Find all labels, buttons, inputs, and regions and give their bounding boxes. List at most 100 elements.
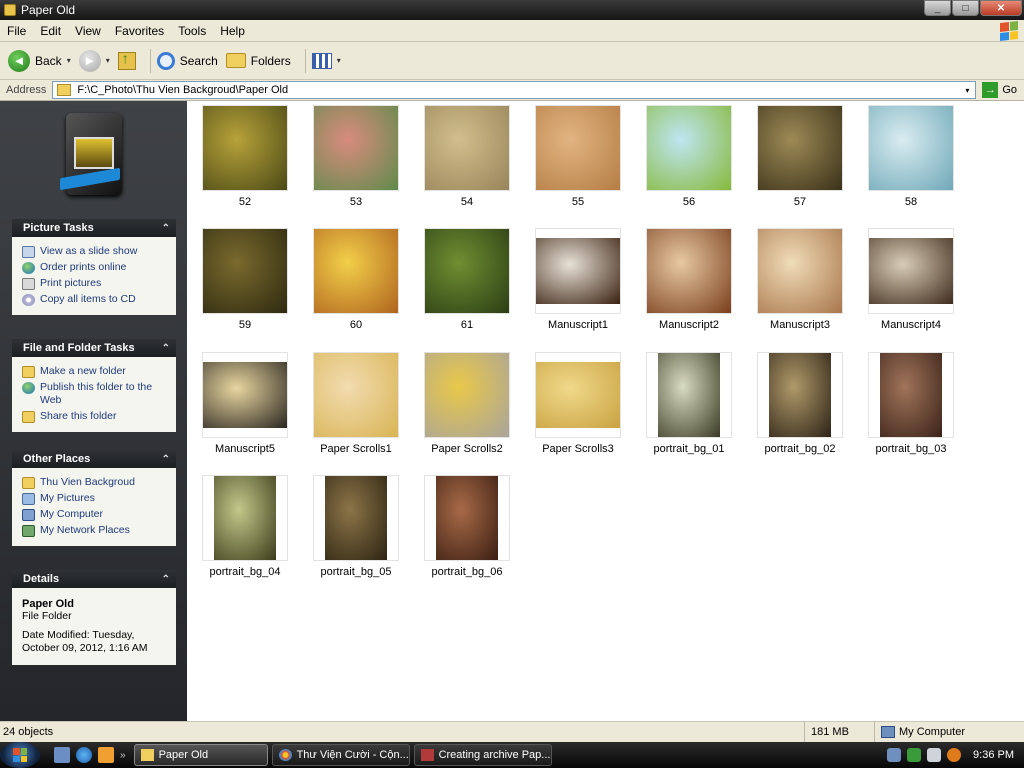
menu-help[interactable]: Help	[213, 24, 252, 38]
file-thumbnail[interactable]: Manuscript1	[528, 228, 628, 346]
thumbnail-frame	[757, 352, 843, 438]
address-input[interactable]: F:\C_Photo\Thu Vien Backgroud\Paper Old …	[52, 81, 977, 99]
thumbnail-frame	[424, 228, 510, 314]
thumbnail-image	[314, 353, 398, 437]
file-thumbnail[interactable]: Manuscript3	[750, 228, 850, 346]
file-thumbnail[interactable]: portrait_bg_02	[750, 352, 850, 470]
taskbar-button-paper-old[interactable]: Paper Old	[133, 744, 268, 766]
views-button[interactable]: ▾	[311, 52, 341, 69]
place-network[interactable]: My Network Places	[22, 524, 170, 537]
file-thumbnail[interactable]: Paper Scrolls1	[306, 352, 406, 470]
taskbar-button-browser[interactable]: Thư Viện Cười - Cộn...	[271, 744, 410, 766]
file-thumbnail[interactable]: 57	[750, 105, 850, 223]
file-thumbnail[interactable]: portrait_bg_05	[306, 475, 406, 593]
file-thumbnail[interactable]: Manuscript4	[861, 228, 961, 346]
task-slideshow[interactable]: View as a slide show	[22, 245, 170, 258]
views-dropdown-icon: ▾	[336, 56, 341, 65]
place-my-pictures[interactable]: My Pictures	[22, 492, 170, 505]
menu-file[interactable]: File	[0, 24, 33, 38]
thumbnail-frame	[535, 228, 621, 314]
minimize-button[interactable]: _	[924, 0, 951, 16]
details-header[interactable]: Details ⌃	[12, 570, 176, 588]
media-player-icon[interactable]	[98, 747, 114, 763]
place-my-computer[interactable]: My Computer	[22, 508, 170, 521]
task-share-folder[interactable]: Share this folder	[22, 410, 170, 423]
task-copy-cd[interactable]: Copy all items to CD	[22, 293, 170, 306]
task-new-folder[interactable]: Make a new folder	[22, 365, 170, 378]
go-button[interactable]: → Go	[982, 82, 1017, 98]
quicklaunch-more-icon[interactable]: »	[120, 750, 126, 761]
back-arrow-icon: ◄	[8, 49, 30, 72]
file-thumbnail[interactable]: 58	[861, 105, 961, 223]
collapse-chevron-icon[interactable]: ⌃	[162, 343, 170, 354]
task-print[interactable]: Print pictures	[22, 277, 170, 290]
back-dropdown-icon[interactable]: ▾	[67, 56, 71, 65]
file-thumbnail[interactable]: 59	[195, 228, 295, 346]
place-thu-vien[interactable]: Thu Vien Backgroud	[22, 476, 170, 489]
thumbnail-frame	[424, 352, 510, 438]
other-places-header[interactable]: Other Places ⌃	[12, 450, 176, 468]
file-thumbnail[interactable]: 53	[306, 105, 406, 223]
picture-tasks-header[interactable]: Picture Tasks ⌃	[12, 219, 176, 237]
menu-favorites[interactable]: Favorites	[108, 24, 171, 38]
menu-tools[interactable]: Tools	[171, 24, 213, 38]
file-thumbnail[interactable]: 54	[417, 105, 517, 223]
collapse-chevron-icon[interactable]: ⌃	[162, 223, 170, 234]
views-icon	[311, 52, 332, 69]
search-button[interactable]: Search	[156, 51, 218, 70]
start-button[interactable]	[0, 742, 40, 768]
forward-button[interactable]: ► ▾	[78, 49, 110, 72]
file-name: 59	[238, 319, 252, 331]
taskbar-button-archive[interactable]: Creating archive Pap...	[413, 744, 552, 766]
thumbnail-frame	[202, 352, 288, 438]
file-name: 54	[460, 196, 474, 208]
folders-button[interactable]: Folders	[225, 53, 291, 68]
internet-explorer-icon[interactable]	[76, 747, 92, 763]
windows-logo-icon	[1000, 21, 1018, 41]
volume-tray-icon[interactable]	[927, 748, 942, 762]
app-tray-icon[interactable]	[947, 748, 962, 762]
clock[interactable]: 9:36 PM	[973, 749, 1014, 761]
title-bar[interactable]: Paper Old _ □ ✕	[0, 0, 1024, 20]
file-thumbnail[interactable]: 55	[528, 105, 628, 223]
file-thumbnail[interactable]: portrait_bg_01	[639, 352, 739, 470]
menu-edit[interactable]: Edit	[33, 24, 68, 38]
address-dropdown-icon[interactable]: ▾	[959, 82, 975, 98]
file-thumbnail[interactable]: Manuscript2	[639, 228, 739, 346]
maximize-button[interactable]: □	[952, 0, 979, 16]
taskbar-label: Creating archive Pap...	[438, 749, 551, 761]
task-order-prints[interactable]: Order prints online	[22, 261, 170, 274]
close-button[interactable]: ✕	[980, 0, 1022, 16]
network-tray-icon[interactable]	[887, 748, 902, 762]
collapse-chevron-icon[interactable]: ⌃	[162, 454, 170, 465]
file-thumbnail[interactable]: Paper Scrolls2	[417, 352, 517, 470]
search-icon	[156, 51, 175, 70]
forward-dropdown-icon[interactable]: ▾	[106, 56, 110, 65]
thumbnail-image	[436, 476, 498, 560]
file-thumbnail[interactable]: portrait_bg_06	[417, 475, 517, 593]
file-folder-tasks-header[interactable]: File and Folder Tasks ⌃	[12, 339, 176, 357]
file-thumbnail[interactable]: 52	[195, 105, 295, 223]
zone-indicator: My Computer	[875, 726, 965, 738]
file-thumbnail[interactable]: portrait_bg_04	[195, 475, 295, 593]
menu-view[interactable]: View	[68, 24, 108, 38]
panel-title: Other Places	[23, 453, 91, 465]
up-folder-button[interactable]	[117, 50, 136, 70]
file-thumbnail[interactable]: 60	[306, 228, 406, 346]
file-name: Paper Scrolls2	[431, 443, 503, 455]
collapse-chevron-icon[interactable]: ⌃	[162, 574, 170, 585]
file-thumbnail[interactable]: portrait_bg_03	[861, 352, 961, 470]
thumbnail-image	[203, 106, 287, 190]
file-thumbnail[interactable]: Manuscript5	[195, 352, 295, 470]
file-thumbnail[interactable]: 56	[639, 105, 739, 223]
file-thumbnail[interactable]: 61	[417, 228, 517, 346]
back-button[interactable]: ◄ Back ▾	[8, 49, 71, 72]
thumbnail-frame	[646, 228, 732, 314]
taskbar-label: Paper Old	[158, 749, 209, 761]
update-tray-icon[interactable]	[907, 748, 922, 762]
task-publish-web[interactable]: Publish this folder to the Web	[22, 381, 170, 407]
thumbnail-frame	[313, 475, 399, 561]
file-thumbnail[interactable]: Paper Scrolls3	[528, 352, 628, 470]
show-desktop-icon[interactable]	[54, 747, 70, 763]
my-pictures-icon	[22, 493, 35, 505]
